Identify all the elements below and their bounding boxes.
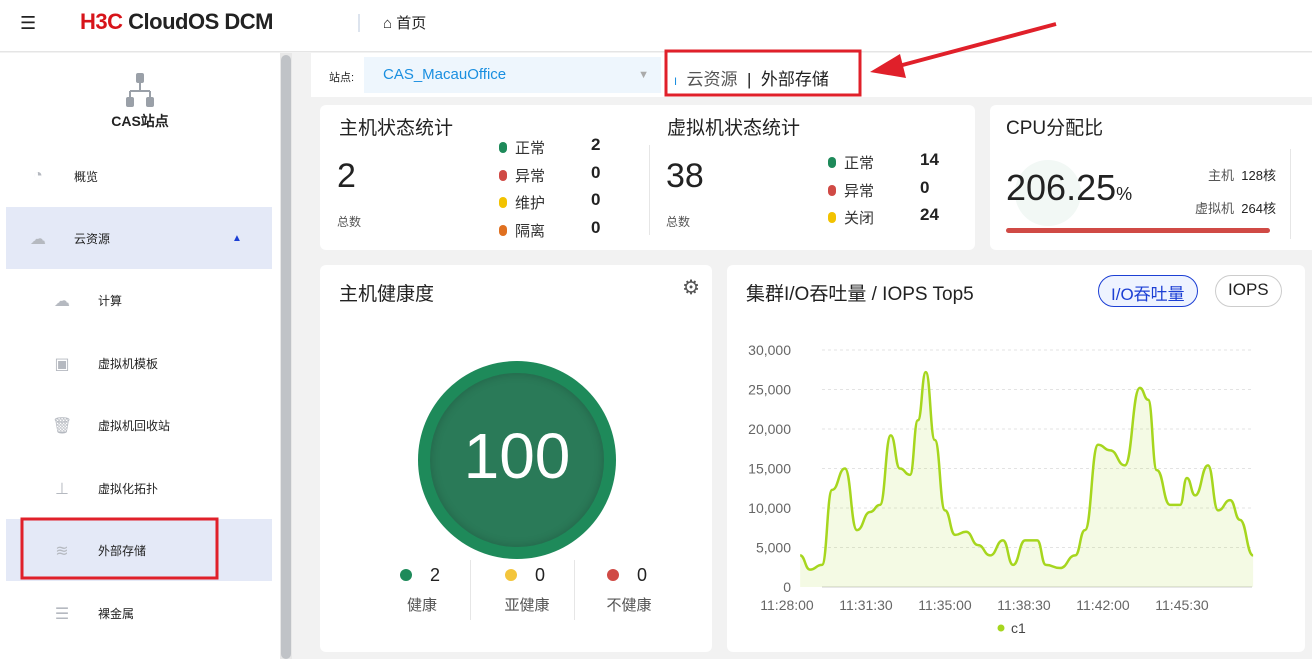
sidebar-item-vm-template[interactable]: ▣ 虚拟机模板 <box>6 332 272 394</box>
server-icon: ☰ <box>54 606 70 623</box>
y-tick-label: 20,000 <box>748 421 791 437</box>
legend-dot-icon <box>997 624 1005 632</box>
io-line-chart: 0 5,000 10,000 15,000 20,000 25,000 30,000 11:2… <box>748 342 1254 636</box>
host-cores: 128核 <box>1241 168 1276 183</box>
x-tick-label: 11:45:30 <box>1155 597 1209 613</box>
sidebar-scrollbar[interactable] <box>280 53 292 659</box>
legend-value: 14 <box>920 150 939 169</box>
status-stats-card: 主机状态统计 2 总数 正常 2 异常 0 维护 0 隔离 0 虚拟机状态统计 38 总数 正… <box>320 105 975 250</box>
host-stats-title: 主机状态统计 <box>339 118 454 139</box>
sidebar-item-external-storage[interactable]: ≋ 外部存储 <box>6 519 272 581</box>
cloud-compute-icon: ☁ <box>54 293 70 310</box>
health-legend-item: 2 健康 <box>380 565 460 615</box>
health-score: 100 <box>463 420 571 492</box>
legend-value: 0 <box>591 162 601 182</box>
status-dot-icon <box>499 169 507 181</box>
breadcrumb-current: 外部存储 <box>760 70 829 89</box>
x-tick-label: 11:38:30 <box>997 597 1051 613</box>
sidebar-item-overview[interactable]: ◔ 概览 <box>6 145 272 207</box>
vm-total: 38 <box>666 157 704 195</box>
io-chart-card: 集群I/O吞吐量 / IOPS Top5 I/O吞吐量 IOPS 0 5,000 1… <box>727 265 1305 652</box>
breadcrumb: I 云资源 | 外部存储 <box>674 70 829 89</box>
cpu-title: CPU分配比 <box>1006 118 1104 139</box>
site-bar: 站点: CAS_MacauOffice ▼ I 云资源 | 外部存储 <box>311 53 1312 97</box>
sidebar-item-cloud-resources[interactable]: ☁ 云资源 ▲ <box>6 207 272 269</box>
topology-icon: ⊥ <box>55 481 69 498</box>
legend-item: 关闭 <box>828 207 874 228</box>
sidebar-item-vm-recycle-bin[interactable]: 🗑 虚拟机回收站 <box>6 394 272 456</box>
divider <box>574 560 575 620</box>
cpu-ratio: 206.25% <box>1006 167 1133 208</box>
breadcrumb-parent[interactable]: 云资源 <box>687 70 738 89</box>
gauge-icon: ◔ <box>33 167 43 184</box>
status-dot-icon <box>504 569 517 581</box>
home-icon: ⌂ <box>383 15 393 32</box>
cpu-allocation-card: CPU分配比 206.25% 主机 128核 虚拟机 264核 <box>990 105 1312 250</box>
status-dot-icon <box>606 569 619 581</box>
site-select[interactable]: CAS_MacauOffice ▼ <box>364 57 661 93</box>
divider <box>1290 149 1291 239</box>
y-tick-label: 15,000 <box>748 461 791 477</box>
host-total: 2 <box>337 157 356 195</box>
site-label: 站点: <box>329 72 355 84</box>
status-dot-icon <box>828 184 836 196</box>
y-tick-label: 0 <box>783 579 791 595</box>
legend-value: 2 <box>591 135 601 154</box>
status-dot-icon <box>499 197 507 208</box>
sidebar: CAS站点 ◔ 概览 ☁ 云资源 ▲ ☁ 计算 ▣ 虚拟机模板 🗑 虚拟机回收站 ⊥ 虚拟化拓… <box>0 53 280 659</box>
sidebar-item-bare-metal[interactable]: ☰ 裸金属 <box>6 582 272 644</box>
y-tick-label: 30,000 <box>748 342 791 358</box>
health-legend-item: 0 亚健康 <box>504 565 550 614</box>
legend-item: 隔离 <box>499 220 545 241</box>
cloud-icon: ☁ <box>30 231 46 248</box>
x-tick-label: 11:42:00 <box>1076 597 1130 613</box>
gear-icon[interactable]: ⚙ <box>682 275 700 300</box>
health-legend-item: 0 不健康 <box>606 565 652 614</box>
status-dot-icon <box>828 157 836 168</box>
legend-item: 正常 <box>828 152 874 173</box>
top-header: ☰ H3C CloudOS DCM ⌂ 首页 <box>0 0 1312 52</box>
x-tick-label: 11:35:00 <box>918 597 972 613</box>
legend-value: 0 <box>591 217 601 237</box>
sidebar-item-virtual-topology[interactable]: ⊥ 虚拟化拓扑 <box>6 457 272 519</box>
vm-cores: 264核 <box>1241 201 1276 216</box>
legend-value: 0 <box>920 177 930 197</box>
divider <box>470 560 471 620</box>
status-dot-icon <box>828 212 836 223</box>
divider <box>358 14 360 32</box>
legend-item: 异常 <box>499 165 545 186</box>
dropdown-arrow-icon: ▼ <box>638 69 649 81</box>
hamburger-menu-icon[interactable]: ☰ <box>20 13 36 34</box>
y-tick-label: 10,000 <box>748 500 791 516</box>
divider <box>649 145 650 235</box>
site-title: CAS站点 <box>111 113 169 129</box>
logo: H3C CloudOS DCM <box>80 9 273 34</box>
legend-value: 0 <box>591 190 601 209</box>
scrollbar-thumb[interactable] <box>281 55 291 659</box>
trash-icon: 🗑 <box>52 418 73 435</box>
vm-stats-title: 虚拟机状态统计 <box>667 118 801 139</box>
sidebar-item-compute[interactable]: ☁ 计算 <box>6 269 272 331</box>
legend-item: 正常 <box>499 137 545 158</box>
home-link[interactable]: ⌂ 首页 <box>383 12 426 33</box>
chevron-up-icon: ▲ <box>232 232 242 244</box>
database-icon: ≋ <box>55 543 69 560</box>
site-topology-icon <box>126 73 154 107</box>
y-tick-label: 25,000 <box>748 382 791 398</box>
status-dot-icon <box>499 224 507 236</box>
host-health-card: 主机健康度 ⚙ 100 2 健康 0 亚健康 0 不健康 <box>320 265 712 652</box>
status-dot-icon <box>399 569 412 581</box>
health-gauge: 100 <box>418 361 616 559</box>
health-title: 主机健康度 <box>339 284 435 305</box>
cpu-progress-bar <box>1006 228 1270 233</box>
status-dot-icon <box>499 142 507 153</box>
legend-value: 24 <box>920 205 939 224</box>
y-tick-label: 5,000 <box>756 540 791 556</box>
legend-item: 异常 <box>828 180 874 201</box>
legend-item: 维护 <box>499 192 545 213</box>
x-tick-label: 11:28:00 <box>760 597 814 613</box>
x-tick-label: 11:31:30 <box>839 597 893 613</box>
template-icon: ▣ <box>54 356 70 373</box>
legend-label: c1 <box>1011 620 1026 636</box>
